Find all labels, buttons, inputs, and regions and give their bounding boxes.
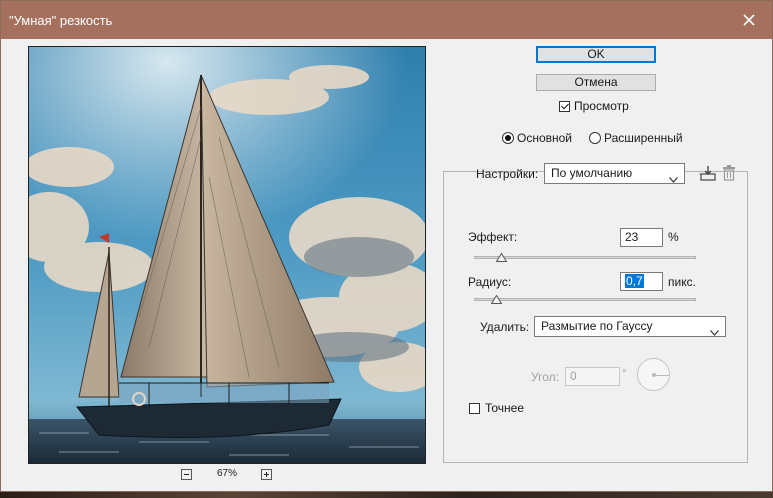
minus-icon bbox=[184, 474, 189, 475]
dialog-title: "Умная" резкость bbox=[9, 13, 113, 28]
preview-checkbox[interactable] bbox=[559, 101, 570, 112]
amount-unit: % bbox=[668, 230, 679, 244]
plus-icon bbox=[264, 472, 269, 477]
amount-slider-track[interactable] bbox=[474, 256, 696, 259]
mode-basic-label[interactable]: Основной bbox=[517, 131, 572, 145]
cancel-button[interactable]: Отмена bbox=[536, 74, 656, 91]
mode-advanced-radio[interactable] bbox=[589, 132, 601, 144]
chevron-down-icon bbox=[710, 330, 719, 336]
angle-value: 0 bbox=[570, 369, 577, 383]
trash-icon bbox=[723, 165, 735, 181]
slider-thumb-icon bbox=[495, 252, 508, 262]
preview-image[interactable] bbox=[28, 46, 426, 464]
delete-preset-button[interactable] bbox=[722, 165, 736, 184]
close-icon bbox=[743, 14, 755, 26]
ok-button[interactable]: OK bbox=[536, 46, 656, 63]
angle-dial-center bbox=[652, 373, 656, 377]
zoom-level: 67% bbox=[216, 468, 237, 479]
save-preset-icon bbox=[699, 166, 716, 181]
zoom-in-button[interactable] bbox=[261, 469, 272, 480]
preview-checkbox-label[interactable]: Просмотр bbox=[574, 99, 629, 113]
remove-select[interactable]: Размытие по Гауссу bbox=[534, 316, 726, 337]
angle-input: 0 bbox=[565, 367, 620, 386]
save-preset-button[interactable] bbox=[699, 164, 717, 185]
close-button[interactable] bbox=[726, 1, 772, 39]
amount-slider-thumb[interactable] bbox=[495, 251, 508, 265]
settings-preset-select[interactable]: По умолчанию bbox=[544, 163, 685, 184]
background-canvas-strip bbox=[0, 492, 773, 498]
radius-slider-thumb[interactable] bbox=[490, 293, 503, 307]
radius-input[interactable]: 0,7 bbox=[620, 272, 663, 291]
sailboat-image bbox=[29, 47, 425, 463]
title-bar[interactable]: "Умная" резкость bbox=[1, 1, 772, 39]
radius-unit: пикс. bbox=[668, 275, 696, 289]
angle-dial-ray bbox=[654, 375, 669, 376]
smart-sharpen-dialog: "Умная" резкость 67% OK Отмена Просмотр … bbox=[0, 0, 773, 492]
radius-value: 0,7 bbox=[625, 274, 644, 288]
amount-label: Эффект: bbox=[468, 230, 518, 244]
amount-value: 23 bbox=[625, 230, 639, 244]
mode-basic-radio[interactable] bbox=[502, 132, 514, 144]
more-accurate-label[interactable]: Точнее bbox=[485, 401, 524, 415]
angle-unit: ° bbox=[622, 366, 627, 380]
chevron-down-icon bbox=[669, 177, 678, 183]
angle-dial bbox=[637, 358, 670, 391]
zoom-out-button[interactable] bbox=[181, 469, 192, 480]
slider-thumb-icon bbox=[490, 294, 503, 304]
settings-preset-value: По умолчанию bbox=[551, 166, 633, 180]
remove-value: Размытие по Гауссу bbox=[541, 319, 653, 333]
remove-label: Удалить: bbox=[480, 320, 530, 334]
radius-label: Радиус: bbox=[468, 275, 512, 289]
angle-label: Угол: bbox=[531, 370, 559, 384]
more-accurate-checkbox[interactable] bbox=[469, 403, 480, 414]
settings-label: Настройки: bbox=[476, 167, 539, 181]
amount-input[interactable]: 23 bbox=[620, 228, 663, 247]
mode-advanced-label[interactable]: Расширенный bbox=[604, 131, 683, 145]
radius-slider-track[interactable] bbox=[474, 298, 696, 301]
